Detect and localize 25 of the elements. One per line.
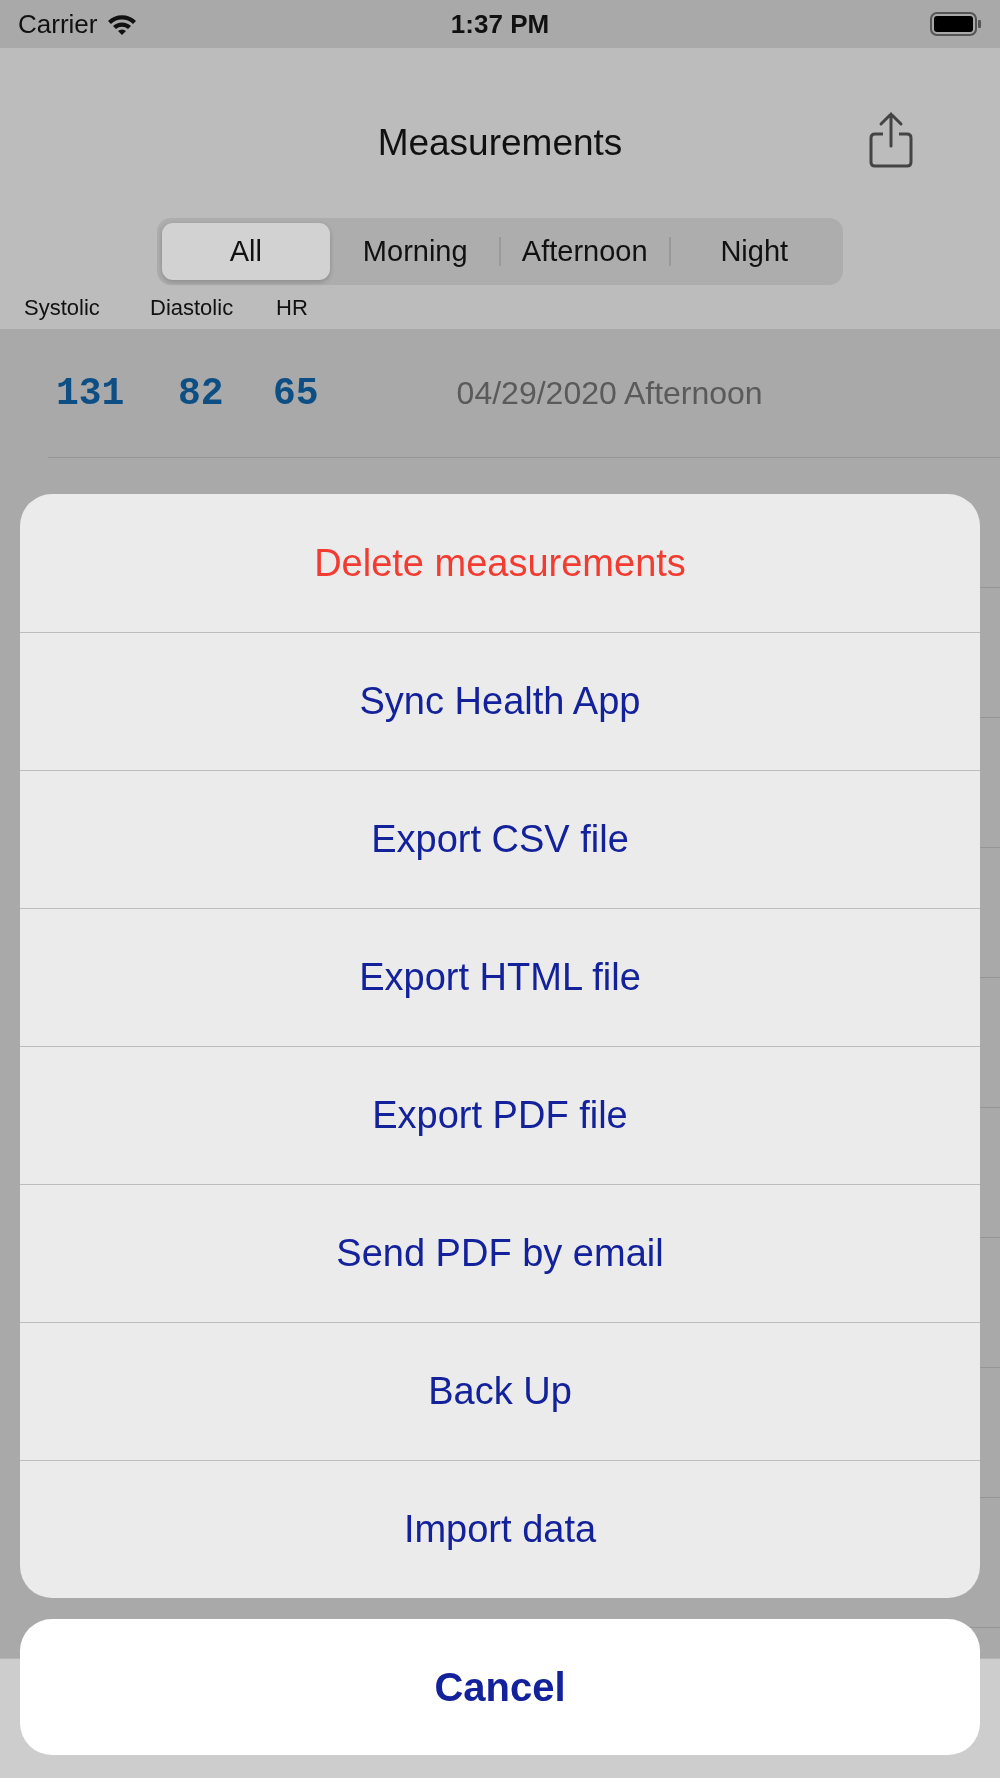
sheet-action[interactable]: Import data [20,1460,980,1598]
sheet-action[interactable]: Export CSV file [20,770,980,908]
carrier-label: Carrier [18,8,98,40]
measurement-date: 04/29/2020 Afternoon [456,374,763,412]
sheet-action[interactable]: Export HTML file [20,908,980,1046]
wifi-icon [107,13,138,35]
segment-tab[interactable]: Afternoon [501,223,669,280]
segment-tab[interactable]: Night [670,223,838,280]
share-icon[interactable] [867,110,915,170]
column-header: Systolic [24,295,101,321]
battery-icon [930,12,982,36]
screen-title: Measurements [377,122,623,164]
sheet-action[interactable]: Back Up [20,1322,980,1460]
cancel-button[interactable]: Cancel [20,1619,980,1755]
clock-time: 1:37 PM [450,8,550,40]
sheet-action[interactable]: Send PDF by email [20,1184,980,1322]
diastolic-value: 82 [178,371,225,415]
column-header: Diastolic [150,295,235,321]
systolic-value: 131 [56,371,126,415]
sheet-action[interactable]: Sync Health App [20,632,980,770]
sheet-action[interactable]: Export PDF file [20,1046,980,1184]
segment-tab[interactable]: Morning [331,223,499,280]
column-header: HR [276,295,308,321]
heart-rate-value: 65 [273,371,319,415]
segment-tab[interactable]: All [162,223,330,280]
